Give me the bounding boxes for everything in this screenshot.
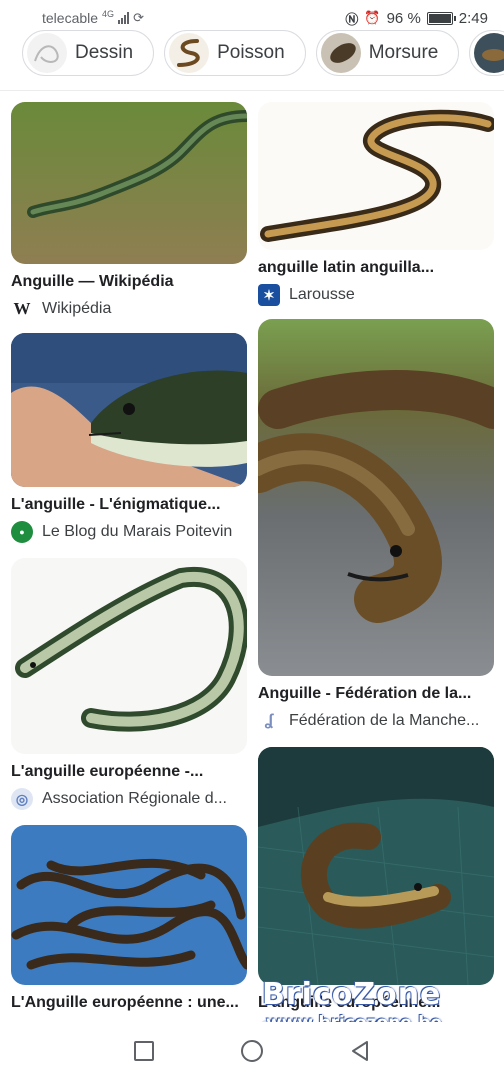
result-title[interactable]: L'Anguille européenne : une... [11,993,247,1013]
result-title[interactable]: L'anguille - L'énigmatique... [11,495,247,515]
result-card[interactable]: L'anguille européenne... ◎ [258,747,494,1041]
result-title[interactable]: Anguille — Wikipédia [11,272,247,292]
federation-icon: ʆ [264,712,274,729]
eel-bite-thumbnail [320,33,361,73]
square-icon [134,1041,154,1061]
result-source[interactable]: ◎ Association Régionale d... [11,788,247,810]
result-card[interactable]: L'anguille européenne -... ◎ Association… [11,558,247,810]
related-searches-chips: Dessin Poisson Morsure [0,30,504,80]
battery-icon [426,11,456,25]
chip-label: Morsure [368,42,439,63]
marais-poitevin-icon: ● [11,521,33,543]
triangle-back-icon [352,1041,368,1061]
result-image[interactable] [258,319,494,676]
chip-morsure[interactable]: Morsure [315,30,460,76]
network-type: 4G [102,9,115,19]
wikipedia-icon: W [13,299,31,318]
result-title[interactable]: L'anguille européenne... [258,993,494,1013]
battery-percent: 96 % [386,9,421,27]
result-card[interactable]: L'anguille - L'énigmatique... ● Le Blog … [11,333,247,543]
result-source[interactable]: ✶ Larousse [258,284,494,306]
result-card[interactable]: Anguille - Fédération de la... ʆ Fédérat… [258,319,494,732]
eel-thumbnail [474,33,504,73]
result-source[interactable]: ʆ Fédération de la Manche... [258,710,494,732]
sync-icon: ⟳ [133,10,144,25]
result-source[interactable]: W Wikipédia [11,298,247,320]
eel-drawing-thumbnail [27,33,67,73]
larousse-icon: ✶ [258,284,280,306]
chip-label: Poisson [217,42,285,63]
result-title[interactable]: L'anguille européenne -... [11,762,247,782]
circle-icon [241,1040,263,1062]
globe-icon: ◎ [11,788,33,810]
chip-label: Dessin [75,42,134,63]
source-name: Le Blog du Marais Poitevin [42,523,233,540]
alarm-icon: ⏰ [364,10,381,25]
nfc-icon: Ⓝ [345,11,359,27]
result-image[interactable] [11,825,247,985]
back-button[interactable] [346,1037,374,1065]
result-source[interactable]: ● Le Blog du Marais Poitevin [11,521,247,543]
result-title[interactable]: anguille latin anguilla... [258,258,494,278]
result-image[interactable] [258,747,494,985]
result-image[interactable] [11,558,247,754]
result-card[interactable]: anguille latin anguilla... ✶ Larousse [258,102,494,306]
divider [0,90,504,91]
source-name: Fédération de la Manche... [289,712,480,729]
result-image[interactable] [11,102,247,264]
source-name: Larousse [289,286,355,303]
system-navigation-bar [0,1022,504,1080]
recent-apps-button[interactable] [130,1037,158,1065]
chip-more[interactable] [469,30,504,76]
result-title[interactable]: Anguille - Fédération de la... [258,684,494,704]
clock: 2:49 [458,9,488,27]
signal-icon [118,12,130,24]
source-name: Wikipédia [42,300,112,317]
result-card[interactable]: Anguille — Wikipédia W Wikipédia [11,102,247,320]
chip-dessin[interactable]: Dessin [22,30,155,76]
result-card[interactable]: L'Anguille européenne : une... ≡ [11,825,247,1041]
result-image[interactable] [11,333,247,487]
result-image[interactable] [258,102,494,250]
carrier-name: telecable [42,10,99,26]
chip-poisson[interactable]: Poisson [164,30,306,76]
eel-fish-thumbnail [169,33,210,73]
home-button[interactable] [238,1037,266,1065]
source-name: Association Régionale d... [42,790,227,807]
